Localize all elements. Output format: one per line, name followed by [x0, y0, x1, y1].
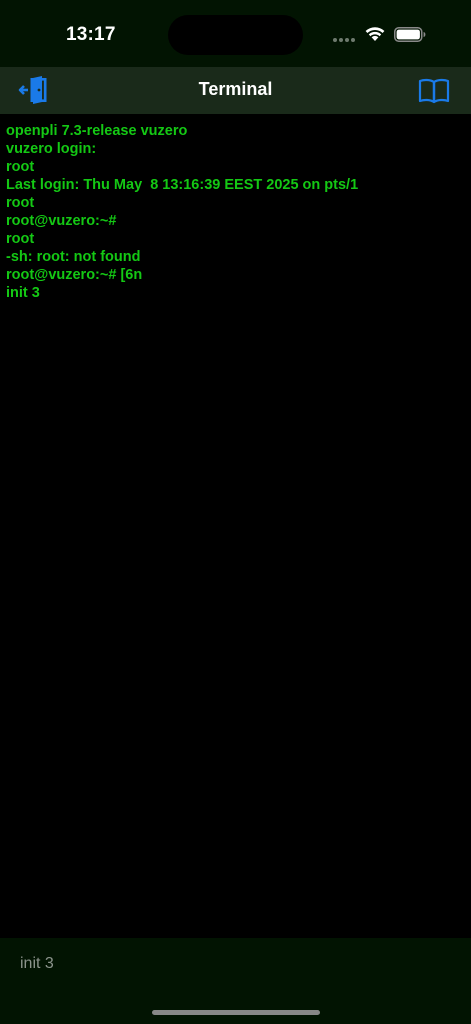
- terminal-line: root: [6, 195, 35, 211]
- terminal-output[interactable]: openpli 7.3-release vuzero vuzero login:…: [0, 114, 471, 938]
- terminal-line: root: [6, 231, 35, 247]
- wifi-icon: [365, 27, 385, 41]
- command-input-bar: [0, 938, 471, 1024]
- terminal-line: root@vuzero:~#: [6, 213, 117, 229]
- terminal-line: root: [6, 159, 35, 175]
- book-icon[interactable]: [417, 77, 451, 105]
- cellular-signal-icon: [333, 38, 359, 44]
- home-indicator[interactable]: [152, 1010, 320, 1015]
- terminal-line: -sh: root: not found: [6, 249, 141, 265]
- page-title: Terminal: [198, 79, 273, 99]
- terminal-line: init 3: [6, 285, 40, 301]
- battery-icon: [394, 27, 426, 42]
- navigation-bar: Terminal: [0, 67, 471, 114]
- status-time: 13:17: [66, 24, 116, 45]
- status-bar: 13:17: [0, 0, 471, 67]
- terminal-line: Last login: Thu May 8 13:16:39 EEST 2025…: [6, 177, 359, 193]
- command-input[interactable]: [20, 952, 450, 976]
- terminal-screen: 13:17 Terminal openpli 7.3-release vuzer…: [0, 0, 471, 1024]
- dynamic-island: [168, 15, 303, 55]
- terminal-line: openpli 7.3-release vuzero: [6, 123, 188, 139]
- terminal-line: root@vuzero:~# [6n: [6, 267, 143, 283]
- terminal-line: vuzero login:: [6, 141, 97, 157]
